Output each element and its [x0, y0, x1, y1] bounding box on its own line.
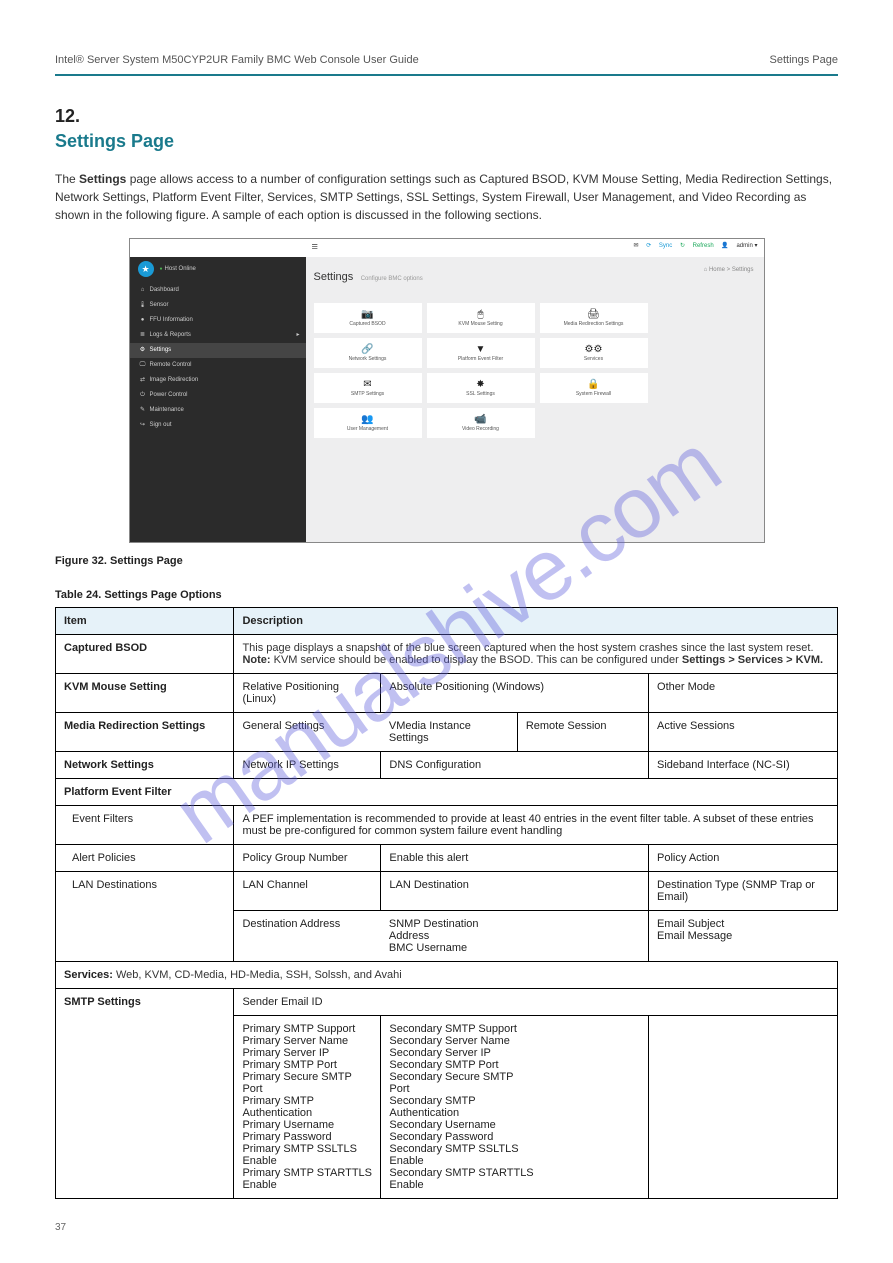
- row-kvm-mouse: KVM Mouse Setting Relative Positioning (…: [56, 674, 838, 713]
- tile-label: Media Redirection Settings: [564, 321, 624, 327]
- figure-caption: Figure 32. Settings Page: [55, 555, 838, 567]
- tile-label: Services: [584, 356, 603, 362]
- row-network: Network Settings Network IP Settings DNS…: [56, 752, 838, 779]
- sidebar-item-power-control[interactable]: ⏻Power Control: [130, 388, 306, 403]
- tile-icon: 📹: [474, 414, 486, 425]
- row-pef-section: Platform Event Filter: [56, 779, 838, 806]
- page-footer: 37: [55, 1222, 838, 1233]
- row-bsod: Captured BSOD This page displays a snaps…: [56, 635, 838, 674]
- tile-system-firewall[interactable]: 🔒System Firewall: [540, 373, 648, 403]
- top-right-controls: ✉ ⟳ Sync ↻ Refresh 👤 admin ▾: [628, 242, 758, 249]
- row-media-redirection: Media Redirection Settings General Setti…: [56, 713, 838, 752]
- sidebar-item-dashboard[interactable]: ⌂Dashboard: [130, 283, 306, 298]
- sidebar-icon: 🌡: [139, 298, 147, 313]
- intro-paragraph: The Settings page allows access to a num…: [55, 170, 838, 224]
- mail-icon[interactable]: ✉: [634, 243, 639, 249]
- tile-icon: ✸: [476, 379, 484, 390]
- sidebar-item-image-redirection[interactable]: ⇄Image Redirection: [130, 373, 306, 388]
- header-rule: [55, 74, 838, 76]
- tile-label: Network Settings: [349, 356, 387, 362]
- tile-user-management[interactable]: 👥User Management: [314, 408, 422, 438]
- sidebar-item-remote-control[interactable]: 🖵Remote Control: [130, 358, 306, 373]
- refresh-button[interactable]: ↻ Refresh: [680, 243, 714, 249]
- shot-main: Settings Configure BMC options ⌂ Home > …: [306, 257, 764, 542]
- tile-icon: 🖨: [587, 309, 600, 320]
- row-lan-dest: LAN Destinations LAN Channel LAN Destina…: [56, 872, 838, 911]
- sidebar-item-sensor[interactable]: 🌡Sensor: [130, 298, 306, 313]
- sidebar-icon: ✎: [139, 403, 147, 418]
- settings-screenshot: ✉ ⟳ Sync ↻ Refresh 👤 admin ▾ MEGARAC SP-…: [129, 238, 765, 543]
- shot-sidebar: MEGARAC SP-X ★ Host Online ⌂Dashboard🌡Se…: [130, 239, 306, 542]
- tile-icon: 🖱: [478, 309, 484, 320]
- row-event-filters: Event Filters A PEF implementation is re…: [56, 806, 838, 845]
- table-header-row: Item Description: [56, 608, 838, 635]
- tile-icon: 🔒: [587, 379, 599, 390]
- chevron-right-icon: ▸: [296, 328, 299, 343]
- tile-icon: ✉: [363, 379, 371, 390]
- tile-label: System Firewall: [576, 391, 611, 397]
- tile-icon: 📷: [361, 309, 373, 320]
- tile-label: Captured BSOD: [349, 321, 385, 327]
- sync-button[interactable]: ⟳ Sync: [646, 243, 672, 249]
- tile-network-settings[interactable]: 🔗Network Settings: [314, 338, 422, 368]
- th-item: Item: [56, 608, 234, 635]
- tile-icon: ▼: [476, 344, 486, 355]
- shot-page-subtitle: Configure BMC options: [361, 276, 423, 282]
- sidebar-icon: ⌂: [139, 283, 147, 298]
- sidebar-icon: ⚙: [139, 343, 147, 358]
- sidebar-item-logs-reports[interactable]: ≣Logs & Reports▸: [130, 328, 306, 343]
- tile-smtp-settings[interactable]: ✉SMTP Settings: [314, 373, 422, 403]
- tile-label: KVM Mouse Setting: [458, 321, 502, 327]
- sidebar-item-maintenance[interactable]: ✎Maintenance: [130, 403, 306, 418]
- breadcrumb: ⌂ Home > Settings: [704, 267, 754, 273]
- breadcrumb-home[interactable]: Home: [709, 267, 725, 273]
- header-doc-title: Intel® Server System M50CYP2UR Family BM…: [55, 54, 419, 66]
- shot-page-title: Settings: [314, 271, 354, 283]
- hamburger-icon[interactable]: [312, 243, 322, 253]
- sidebar-icon: ↪: [139, 418, 147, 433]
- tile-captured-bsod[interactable]: 📷Captured BSOD: [314, 303, 422, 333]
- tile-services[interactable]: ⚙⚙Services: [540, 338, 648, 368]
- breadcrumb-current: Settings: [732, 267, 754, 273]
- page-number: 37: [55, 1222, 66, 1233]
- sidebar-item-settings[interactable]: ⚙Settings: [130, 343, 306, 358]
- host-online-badge: Host Online: [160, 266, 196, 272]
- tile-label: Video Recording: [462, 426, 499, 432]
- tile-icon: 🔗: [361, 344, 373, 355]
- tile-media-redirection-settings[interactable]: 🖨Media Redirection Settings: [540, 303, 648, 333]
- settings-table: Item Description Captured BSOD This page…: [55, 607, 838, 1199]
- tile-label: Platform Event Filter: [458, 356, 503, 362]
- section-number: 12.: [55, 106, 838, 127]
- sidebar-icon: ⏻: [139, 388, 147, 403]
- tile-video-recording[interactable]: 📹Video Recording: [427, 408, 535, 438]
- row-smtp-1: SMTP Settings Sender Email ID: [56, 989, 838, 1016]
- tile-label: User Management: [347, 426, 388, 432]
- row-services-section: Services: Web, KVM, CD-Media, HD-Media, …: [56, 962, 838, 989]
- tile-label: SMTP Settings: [351, 391, 384, 397]
- tile-platform-event-filter[interactable]: ▼Platform Event Filter: [427, 338, 535, 368]
- table-caption: Table 24. Settings Page Options: [55, 589, 838, 601]
- th-desc: Description: [234, 608, 838, 635]
- tile-kvm-mouse-setting[interactable]: 🖱KVM Mouse Setting: [427, 303, 535, 333]
- sidebar-icon: ⇄: [139, 373, 147, 388]
- star-icon[interactable]: ★: [138, 261, 154, 277]
- tile-ssl-settings[interactable]: ✸SSL Settings: [427, 373, 535, 403]
- tile-icon: ⚙⚙: [585, 344, 603, 355]
- sidebar-icon: 🖵: [139, 358, 147, 373]
- row-alert-policies: Alert Policies Policy Group Number Enabl…: [56, 845, 838, 872]
- tile-label: SSL Settings: [466, 391, 495, 397]
- sidebar-item-sign-out[interactable]: ↪Sign out: [130, 418, 306, 433]
- sidebar-item-ffu-information[interactable]: ●FFU Information: [130, 313, 306, 328]
- tile-icon: 👥: [361, 414, 373, 425]
- header-chapter: Settings Page: [770, 54, 839, 66]
- sidebar-icon: ●: [139, 313, 147, 328]
- sidebar-icon: ≣: [139, 328, 147, 343]
- section-title: Settings Page: [55, 131, 838, 152]
- user-menu[interactable]: 👤 admin ▾: [721, 243, 757, 249]
